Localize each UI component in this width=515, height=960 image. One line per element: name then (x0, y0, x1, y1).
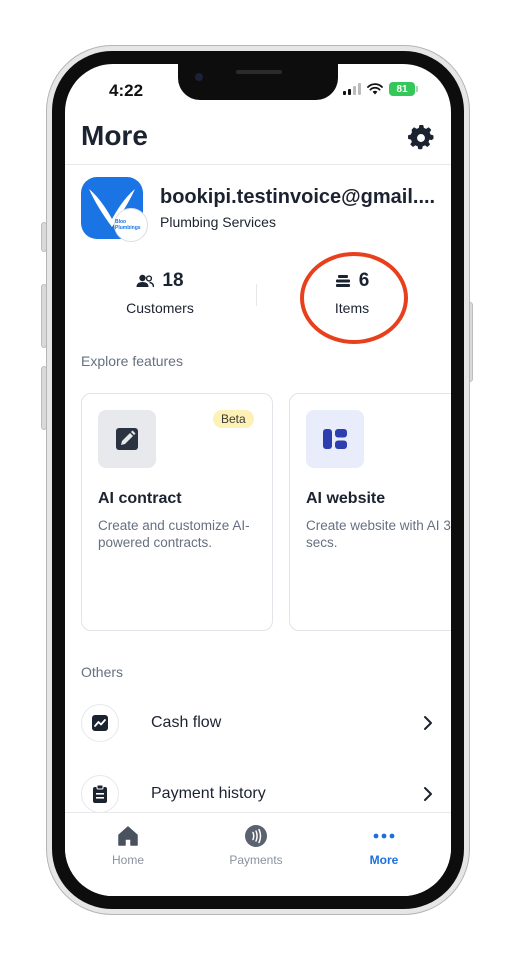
card-title: AI website (306, 490, 386, 507)
pen-icon (116, 428, 138, 450)
layout-icon (323, 429, 347, 449)
chevron-right-icon (424, 716, 432, 730)
wifi-icon (367, 83, 383, 95)
customers-count: 18 (162, 270, 184, 291)
profile-email[interactable]: bookipi.testinvoice@gmail.... (160, 186, 440, 209)
tab-home[interactable]: Home (83, 823, 173, 867)
chevron-right-icon (424, 787, 432, 801)
dots-icon (373, 833, 395, 839)
battery-icon: 81 (389, 82, 418, 96)
clipboard-icon (93, 784, 107, 803)
status-time: 4:22 (109, 81, 144, 100)
logo-badge-text: Bloo Plumbings (115, 219, 141, 231)
front-camera (195, 73, 203, 81)
feature-card-ai-website[interactable]: AI website Create website with AI 30 sec… (289, 393, 451, 631)
home-icon (118, 826, 138, 846)
signal-icon (343, 83, 361, 95)
tab-label: Payments (229, 853, 283, 867)
contactless-icon (245, 825, 267, 847)
card-title: AI contract (98, 490, 182, 507)
battery-level: 81 (396, 83, 408, 95)
people-icon (136, 274, 155, 288)
stat-customers[interactable]: 18 Customers (110, 270, 210, 316)
business-logo[interactable]: Bloo Plumbings (81, 177, 148, 242)
list-item-payment-history[interactable]: Payment history (81, 775, 435, 815)
status-icons: 81 (343, 82, 418, 96)
page-title: More (81, 120, 148, 151)
tab-label: More (369, 853, 399, 867)
chart-icon-circle (81, 704, 119, 742)
beta-badge: Beta (213, 410, 254, 428)
notch (178, 64, 338, 100)
list-item-cash-flow[interactable]: Cash flow (81, 704, 435, 744)
header-divider (65, 164, 451, 165)
others-label: Others (81, 664, 124, 680)
stat-divider (256, 284, 257, 306)
logo-badge: Bloo Plumbings (114, 208, 148, 242)
tab-payments[interactable]: Payments (211, 823, 301, 867)
gear-icon[interactable] (407, 124, 435, 152)
list-item-label: Payment history (151, 785, 266, 802)
list-item-label: Cash flow (151, 714, 222, 731)
highlight-circle (300, 252, 408, 344)
business-type: Plumbing Services (160, 214, 276, 230)
customers-label: Customers (126, 300, 194, 316)
card-description: Create website with AI 30 secs. (306, 518, 451, 550)
app-screen: 4:22 81 More Bloo Plumbings bookipi.test… (65, 64, 451, 896)
explore-features-label: Explore features (81, 353, 183, 369)
clipboard-icon-circle (81, 775, 119, 813)
chart-icon (92, 715, 108, 731)
card-description: Create and customize AI-powered contract… (98, 518, 250, 550)
bottom-tab-bar: Home Payments More (65, 812, 451, 896)
tab-more[interactable]: More (339, 823, 429, 867)
ai-website-icon-tile (306, 410, 364, 468)
feature-card-ai-contract[interactable]: Beta AI contract Create and customize AI… (81, 393, 273, 631)
earpiece-speaker (236, 70, 282, 74)
ai-contract-icon-tile (98, 410, 156, 468)
tab-label: Home (111, 853, 144, 867)
